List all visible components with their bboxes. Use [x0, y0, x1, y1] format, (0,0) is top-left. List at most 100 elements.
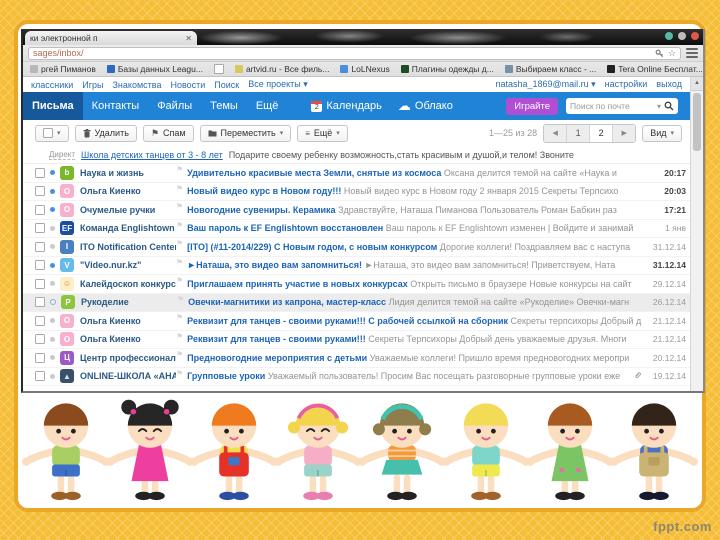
more-button[interactable]: ≡ Ещё▾: [297, 125, 348, 142]
flag-marker-icon[interactable]: ⚑: [176, 258, 183, 267]
delete-button[interactable]: Удалить: [75, 125, 137, 142]
mail-nav-item[interactable]: Файлы: [148, 92, 201, 120]
close-button[interactable]: [691, 32, 699, 40]
email-checkbox[interactable]: [35, 279, 45, 289]
email-sender[interactable]: Ольга Киенко: [80, 316, 176, 326]
email-checkbox[interactable]: [35, 334, 45, 344]
page-scrollbar[interactable]: ▲: [690, 77, 703, 391]
email-sender[interactable]: "Video.nur.kz": [80, 260, 176, 270]
logout-link[interactable]: выход: [656, 79, 682, 90]
portal-nav-item[interactable]: Все проекты ▾: [248, 79, 308, 90]
tab-close-icon[interactable]: ✕: [185, 34, 192, 43]
email-sender[interactable]: Команда Englishtown: [80, 223, 176, 233]
scrollbar-up-arrow[interactable]: ▲: [691, 77, 703, 91]
email-row[interactable]: b Наука и жизнь ⚑ Удивительно красивые м…: [23, 164, 690, 183]
bookmark-item[interactable]: artvid.ru - Все филь...: [235, 64, 329, 74]
bookmark-item[interactable]: [214, 64, 224, 74]
bookmark-item[interactable]: ргей Пиманов: [30, 64, 96, 74]
unread-indicator[interactable]: [50, 263, 55, 268]
account-email[interactable]: natasha_1869@mail.ru ▾: [495, 79, 595, 90]
email-subject-line[interactable]: [ITO] (#11-2014/229) С Новым годом, с но…: [187, 242, 644, 252]
bookmark-item[interactable]: Базы данных Leagu...: [107, 64, 203, 74]
email-subject-line[interactable]: Ваш пароль к EF Englishtown восстановлен…: [187, 223, 644, 233]
spam-button[interactable]: ⚑ Спам: [143, 125, 194, 142]
calendar-link[interactable]: 2 Календарь: [303, 100, 390, 112]
search-scope-caret[interactable]: ▾: [657, 102, 661, 111]
email-subject-line[interactable]: Реквизит для танцев - своими руками!!! С…: [187, 316, 644, 326]
move-button[interactable]: Переместить▾: [200, 125, 292, 142]
cloud-link[interactable]: ☁ Облако: [390, 100, 461, 112]
portal-nav-item[interactable]: классники: [31, 80, 73, 90]
flag-marker-icon[interactable]: ⚑: [176, 221, 183, 230]
mail-nav-item[interactable]: Контакты: [83, 92, 149, 120]
prev-page-button[interactable]: ◀: [544, 125, 567, 142]
unread-indicator[interactable]: [50, 374, 55, 379]
email-row[interactable]: Ц Центр профессиональны ⚑ Предновогодние…: [23, 349, 690, 368]
email-row[interactable]: V "Video.nur.kz" ⚑ ►Наташа, это видео ва…: [23, 257, 690, 276]
unread-indicator[interactable]: [50, 281, 55, 286]
email-row[interactable]: I ITO Notification Center ⚑ [ITO] (#11-2…: [23, 238, 690, 257]
email-subject-line[interactable]: Овечки-магнитики из капрона, мастер-клас…: [188, 297, 644, 307]
email-row[interactable]: O Ольга Киенко ⚑ Новый видео курс в Ново…: [23, 183, 690, 202]
email-row[interactable]: EF Команда Englishtown ⚑ Ваш пароль к EF…: [23, 220, 690, 239]
email-row[interactable]: P Рукоделие ⚑ Овечки-магнитики из капрон…: [23, 294, 690, 313]
email-subject-line[interactable]: Реквизит для танцев - своими руками!!! С…: [187, 334, 644, 344]
portal-nav-item[interactable]: Новости: [170, 80, 205, 90]
email-checkbox[interactable]: [35, 316, 45, 326]
email-checkbox[interactable]: [35, 205, 45, 215]
email-row[interactable]: ☺ Калейдоскоп конкурсов ⚑ Приглашаем при…: [23, 275, 690, 294]
email-sender[interactable]: Ольга Киенко: [80, 186, 176, 196]
portal-nav-item[interactable]: Знакомства: [113, 80, 162, 90]
email-subject-line[interactable]: Предновогодние мероприятия с детьми Уваж…: [187, 353, 644, 363]
url-input[interactable]: sages/inbox/ ☆: [28, 47, 681, 60]
bookmark-item[interactable]: Выбираем класс - ...: [505, 64, 596, 74]
bookmark-star-icon[interactable]: ☆: [668, 48, 676, 59]
mail-nav-item[interactable]: Ещё: [247, 92, 288, 120]
email-sender[interactable]: ITO Notification Center: [80, 242, 176, 252]
email-sender[interactable]: Рукоделие: [81, 297, 177, 307]
bookmark-item[interactable]: Tera Online Бесплат...: [607, 64, 703, 74]
unread-indicator[interactable]: [50, 170, 55, 175]
email-row[interactable]: O Очумелые ручки ⚑ Новогодние сувениры. …: [23, 201, 690, 220]
bookmark-item[interactable]: LoLNexus: [340, 64, 389, 74]
email-sender[interactable]: ONLINE-ШКОЛА «АНА ТЕ: [80, 371, 176, 381]
flag-marker-icon[interactable]: ⚑: [176, 239, 183, 248]
unread-indicator[interactable]: [50, 244, 55, 249]
mail-search-input[interactable]: Поиск по почте ▾: [566, 98, 678, 114]
ad-label[interactable]: Директ: [49, 150, 75, 160]
flag-marker-icon[interactable]: ⚑: [176, 350, 183, 359]
browser-tab[interactable]: ки электронной п ✕: [25, 31, 197, 45]
flag-marker-icon[interactable]: ⚑: [176, 332, 183, 341]
key-icon[interactable]: [655, 49, 664, 58]
email-subject-line[interactable]: Групповые уроки Уважаемый пользователь! …: [187, 371, 632, 381]
view-button[interactable]: Вид▾: [642, 125, 682, 142]
email-row[interactable]: O Ольга Киенко ⚑ Реквизит для танцев - с…: [23, 331, 690, 350]
unread-indicator[interactable]: [50, 226, 55, 231]
settings-link[interactable]: настройки: [605, 79, 648, 90]
ad-link[interactable]: Школа детских танцев от 3 - 8 лет: [81, 150, 223, 160]
email-checkbox[interactable]: [35, 260, 45, 270]
flag-marker-icon[interactable]: ⚑: [176, 369, 183, 378]
search-icon[interactable]: [664, 101, 674, 111]
unread-indicator[interactable]: [50, 189, 55, 194]
email-subject-line[interactable]: Новый видео курс в Новом году!!! Новый в…: [187, 186, 644, 196]
email-checkbox[interactable]: [35, 223, 45, 233]
unread-indicator[interactable]: [50, 299, 56, 305]
flag-marker-icon[interactable]: ⚑: [176, 313, 183, 322]
email-sender[interactable]: Ольга Киенко: [80, 334, 176, 344]
email-subject-line[interactable]: Новогодние сувениры. Керамика Здравствуй…: [187, 205, 644, 215]
mail-nav-letters[interactable]: Письма: [23, 92, 83, 120]
email-checkbox[interactable]: [35, 168, 45, 178]
flag-marker-icon[interactable]: ⚑: [176, 184, 183, 193]
email-sender[interactable]: Очумелые ручки: [80, 205, 176, 215]
page-2-button[interactable]: 2: [590, 125, 613, 142]
unread-indicator[interactable]: [50, 337, 55, 342]
page-1-button[interactable]: 1: [567, 125, 590, 142]
email-subject-line[interactable]: Приглашаем принять участие в новых конку…: [187, 279, 644, 289]
unread-indicator[interactable]: [50, 318, 55, 323]
unread-indicator[interactable]: [50, 355, 55, 360]
email-checkbox[interactable]: [35, 371, 45, 381]
email-checkbox[interactable]: [35, 353, 45, 363]
maximize-button[interactable]: [678, 32, 686, 40]
email-sender[interactable]: Калейдоскоп конкурсов: [80, 279, 176, 289]
